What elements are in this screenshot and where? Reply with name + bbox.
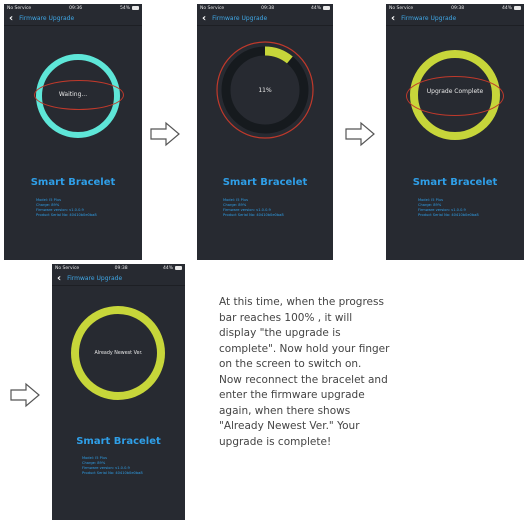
battery-percent: 54% bbox=[119, 5, 130, 11]
back-chevron-icon[interactable]: ‹ bbox=[391, 13, 395, 24]
info-serial: Product Serial No: 40410b0e0ba8 bbox=[82, 471, 143, 475]
device-name: Smart Bracelet bbox=[222, 177, 308, 188]
back-chevron-icon[interactable]: ‹ bbox=[9, 13, 13, 24]
highlight-oval bbox=[406, 76, 504, 116]
battery-icon bbox=[131, 6, 139, 10]
nav-bar: ‹ Firmware Upgrade bbox=[386, 12, 524, 26]
battery-icon bbox=[322, 6, 330, 10]
status-bar: No Service 09:38 44% bbox=[197, 4, 333, 12]
status-label: Upgrade Complete bbox=[426, 88, 484, 95]
hollow-right-arrow-icon bbox=[150, 121, 180, 147]
nav-title: Firmware Upgrade bbox=[67, 275, 123, 282]
status-bar: No Service 09:38 44% bbox=[386, 4, 524, 12]
info-serial: Product Serial No: 40410b0e0ba8 bbox=[223, 213, 284, 217]
carrier-label: No Service bbox=[389, 5, 414, 11]
status-bar: No Service 09:36 54% bbox=[4, 4, 142, 12]
info-serial: Product Serial No: 40410b0e0ba8 bbox=[36, 213, 97, 217]
hollow-right-arrow-icon bbox=[10, 382, 40, 408]
nav-title: Firmware Upgrade bbox=[19, 15, 75, 22]
device-info: Model: I5 Plus Charge: 89% Firmware vers… bbox=[82, 456, 143, 476]
carrier-label: No Service bbox=[55, 265, 80, 271]
back-chevron-icon[interactable]: ‹ bbox=[202, 13, 206, 24]
phone-screen-waiting: No Service 09:36 54% ‹ Firmware Upgrade … bbox=[4, 4, 142, 260]
phone-screen-newest: No Service 09:38 44% ‹ Firmware Upgrade … bbox=[52, 264, 185, 520]
back-chevron-icon[interactable]: ‹ bbox=[57, 273, 61, 284]
carrier-label: No Service bbox=[200, 5, 225, 11]
status-label: Waiting... bbox=[58, 91, 88, 98]
device-info: Model: I5 Plus Charge: 89% Firmware vers… bbox=[223, 198, 284, 218]
phone-screen-complete: No Service 09:38 44% ‹ Firmware Upgrade … bbox=[386, 4, 524, 260]
progress-label: 11% bbox=[258, 87, 272, 94]
hollow-right-arrow-icon bbox=[345, 121, 375, 147]
battery-icon bbox=[174, 266, 182, 270]
nav-bar: ‹ Firmware Upgrade bbox=[4, 12, 142, 26]
device-name: Smart Bracelet bbox=[412, 177, 498, 188]
nav-title: Firmware Upgrade bbox=[401, 15, 457, 22]
instruction-text: At this time, when the progress bar reac… bbox=[219, 296, 390, 448]
phone-screen-progress: No Service 09:38 44% ‹ Firmware Upgrade … bbox=[197, 4, 333, 260]
clock-label: 09:38 bbox=[261, 5, 275, 11]
clock-label: 09:38 bbox=[451, 5, 465, 11]
device-info: Model: I5 Plus Charge: 89% Firmware vers… bbox=[36, 198, 97, 218]
battery-icon bbox=[513, 6, 521, 10]
battery-percent: 44% bbox=[162, 265, 173, 271]
battery-percent: 44% bbox=[501, 5, 512, 11]
battery-percent: 44% bbox=[310, 5, 321, 11]
device-info: Model: I5 Plus Charge: 89% Firmware vers… bbox=[418, 198, 479, 218]
status-bar: No Service 09:38 44% bbox=[52, 264, 185, 272]
clock-label: 09:36 bbox=[69, 5, 83, 11]
status-label: Already Newest Ver. bbox=[94, 351, 143, 356]
info-serial: Product Serial No: 40410b0e0ba8 bbox=[418, 213, 479, 217]
device-name: Smart Bracelet bbox=[30, 177, 116, 188]
nav-bar: ‹ Firmware Upgrade bbox=[52, 272, 185, 286]
nav-title: Firmware Upgrade bbox=[212, 15, 268, 22]
carrier-label: No Service bbox=[7, 5, 32, 11]
nav-bar: ‹ Firmware Upgrade bbox=[197, 12, 333, 26]
clock-label: 09:38 bbox=[114, 265, 128, 271]
device-name: Smart Bracelet bbox=[76, 436, 161, 447]
